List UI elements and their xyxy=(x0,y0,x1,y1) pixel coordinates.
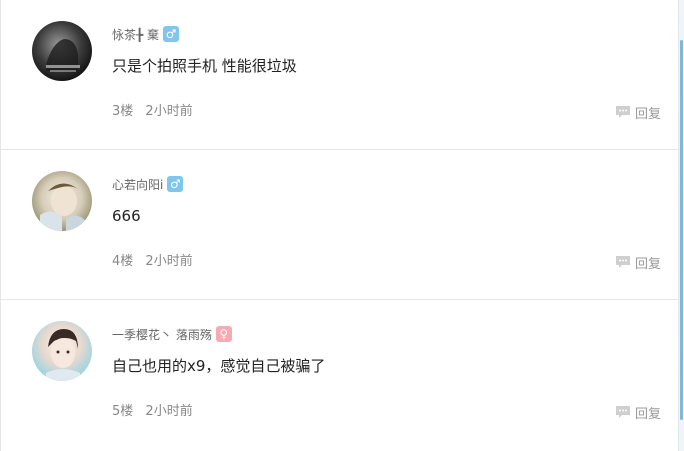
comment-meta: 4楼 2小时前 xyxy=(112,253,193,271)
floor-number: 3楼 xyxy=(112,104,134,119)
floor-number: 4楼 xyxy=(112,254,134,269)
comment-item: 一季樱花丶 落雨殇 ♀ 自己也用的x9，感觉自己被骗了 5楼 2小时前 回复 xyxy=(1,300,679,450)
comment-text: 自己也用的x9，感觉自己被骗了 xyxy=(112,357,326,375)
reply-button[interactable]: 回复 xyxy=(615,253,661,272)
avatar-image xyxy=(46,39,80,72)
comment-list: 怺茶╊ 棄 ♂ 只是个拍照手机 性能很垃圾 3楼 2小时前 回复 心若向阳i ♂… xyxy=(0,0,684,451)
reply-button[interactable]: 回复 xyxy=(615,403,661,422)
comment-time: 2小时前 xyxy=(145,254,193,269)
comment-text: 666 xyxy=(112,207,141,225)
avatar[interactable] xyxy=(32,21,92,81)
comment-item: 怺茶╊ 棄 ♂ 只是个拍照手机 性能很垃圾 3楼 2小时前 回复 xyxy=(1,0,679,150)
speech-bubble-icon xyxy=(615,256,630,268)
avatar-image xyxy=(46,329,80,381)
reply-button[interactable]: 回复 xyxy=(615,103,661,122)
comment-item: 心若向阳i ♂ 666 4楼 2小时前 回复 xyxy=(1,150,679,300)
scrollbar[interactable] xyxy=(678,0,684,451)
comment-time: 2小时前 xyxy=(145,404,193,419)
female-gender-icon: ♀ xyxy=(215,326,232,342)
username[interactable]: 怺茶╊ 棄 xyxy=(112,26,159,43)
comment-meta: 5楼 2小时前 xyxy=(112,403,193,421)
reply-label: 回复 xyxy=(634,256,661,272)
reply-label: 回复 xyxy=(634,406,661,422)
speech-bubble-icon xyxy=(615,106,630,118)
username[interactable]: 心若向阳i xyxy=(112,176,163,193)
username[interactable]: 一季樱花丶 落雨殇 xyxy=(112,326,212,343)
reply-label: 回复 xyxy=(634,106,661,122)
avatar-image xyxy=(40,183,86,231)
username-row: 心若向阳i ♂ xyxy=(112,175,184,193)
comment-meta: 3楼 2小时前 xyxy=(112,103,193,121)
comment-time: 2小时前 xyxy=(145,104,193,119)
male-gender-icon: ♂ xyxy=(163,26,180,42)
username-row: 一季樱花丶 落雨殇 ♀ xyxy=(112,325,232,343)
comment-text: 只是个拍照手机 性能很垃圾 xyxy=(112,57,297,75)
speech-bubble-icon xyxy=(615,406,630,418)
floor-number: 5楼 xyxy=(112,404,134,419)
male-gender-icon: ♂ xyxy=(167,176,184,192)
avatar[interactable] xyxy=(32,171,92,231)
username-row: 怺茶╊ 棄 ♂ xyxy=(112,25,180,43)
avatar[interactable] xyxy=(32,321,92,381)
